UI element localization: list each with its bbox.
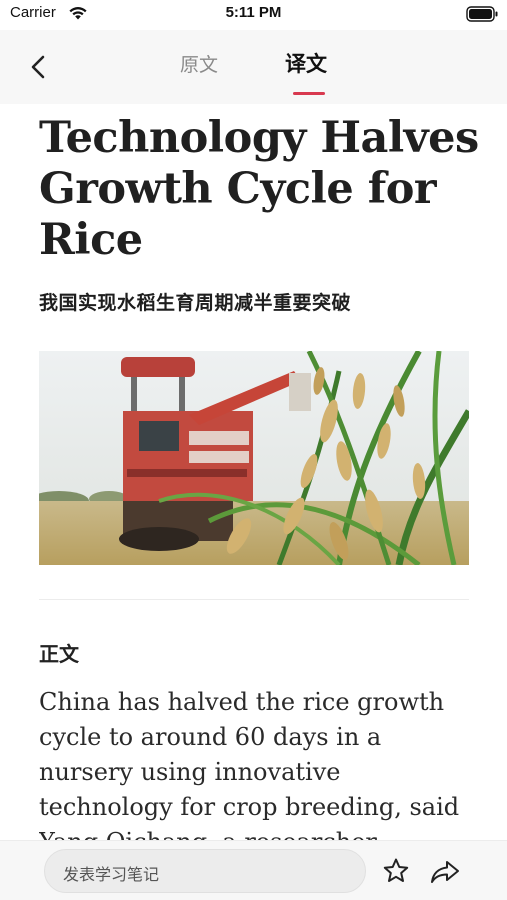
article-title: Technology Halves Growth Cycle for Rice <box>39 113 479 265</box>
article-body: China has halved the rice growth cycle t… <box>39 688 460 840</box>
article-hero-image <box>39 351 469 565</box>
section-heading: 正文 <box>39 642 79 666</box>
status-bar: Carrier 5:11 PM <box>0 0 507 30</box>
nav-bar: 原文 译文 <box>0 30 507 104</box>
star-icon[interactable] <box>382 857 410 885</box>
share-icon[interactable] <box>429 859 461 885</box>
section-divider <box>39 599 469 600</box>
study-note-input[interactable]: 发表学习笔记 <box>44 849 366 893</box>
battery-icon <box>466 6 498 22</box>
article-subtitle: 我国实现水稻生育周期减半重要突破 <box>39 292 352 314</box>
bottom-action-bar: 发表学习笔记 <box>0 840 507 900</box>
tab-translation[interactable]: 译文 <box>285 48 327 78</box>
back-button[interactable] <box>24 52 54 82</box>
rice-harvester-photo <box>39 351 469 565</box>
clock: 5:11 PM <box>225 4 282 21</box>
tab-original[interactable]: 原文 <box>180 50 218 77</box>
active-tab-indicator <box>293 92 325 95</box>
